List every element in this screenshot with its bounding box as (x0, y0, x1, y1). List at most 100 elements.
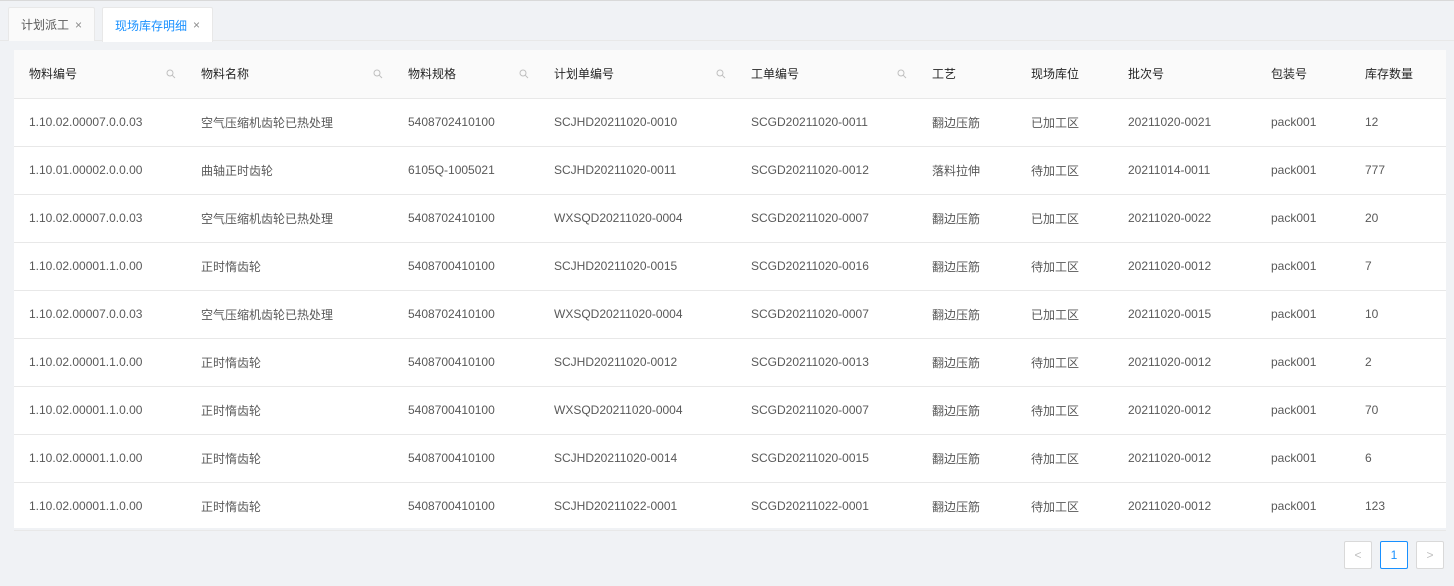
table-cell: 已加工区 (1016, 98, 1113, 147)
table-cell: 10 (1350, 290, 1446, 339)
table-cell: 20211020-0012 (1113, 242, 1256, 291)
table-cell: 1.10.02.00001.1.0.00 (14, 386, 186, 435)
table-cell: 空气压缩机齿轮已热处理 (186, 98, 393, 147)
column-header: 工艺 (917, 50, 1016, 99)
table-cell: 7 (1350, 242, 1446, 291)
table-cell: 5408700410100 (393, 338, 539, 387)
table-row[interactable]: 1.10.02.00007.0.0.03 空气压缩机齿轮已热处理 540870241… (14, 98, 1446, 147)
table-cell: 待加工区 (1016, 242, 1113, 291)
table-row[interactable]: 1.10.02.00007.0.0.03 空气压缩机齿轮已热处理 540870241… (14, 290, 1446, 339)
table-row[interactable]: 1.10.02.00001.1.0.00 正时惰齿轮 5408700410100 SC… (14, 482, 1446, 531)
table-cell: 5408702410100 (393, 98, 539, 147)
table-cell: 1.10.01.00002.0.0.00 (14, 146, 186, 195)
inventory-table: 物料编号 物料名称 物料规格 计划单编号 工单编号 工艺 现场库位 批次号 包装… (14, 50, 1446, 531)
table-cell: 空气压缩机齿轮已热处理 (186, 194, 393, 243)
table-cell: 20211020-0022 (1113, 194, 1256, 243)
table-cell: SCJHD20211022-0001 (539, 482, 736, 531)
table-cell: 翻边压筋 (917, 194, 1016, 243)
table-cell: 正时惰齿轮 (186, 242, 393, 291)
table-cell: 12 (1350, 98, 1446, 147)
next-page-button[interactable]: > (1416, 541, 1444, 569)
column-header[interactable]: 物料名称 (186, 50, 393, 99)
search-icon[interactable] (373, 69, 383, 79)
column-header: 库存数量 (1350, 50, 1446, 99)
inventory-table-panel: 物料编号 物料名称 物料规格 计划单编号 工单编号 工艺 现场库位 批次号 包装… (14, 50, 1446, 531)
table-cell: 20211020-0012 (1113, 338, 1256, 387)
table-cell: 1.10.02.00001.1.0.00 (14, 242, 186, 291)
search-icon[interactable] (519, 69, 529, 79)
search-icon[interactable] (716, 69, 726, 79)
table-cell: 777 (1350, 146, 1446, 195)
table-cell: 已加工区 (1016, 194, 1113, 243)
column-header[interactable]: 物料编号 (14, 50, 186, 99)
table-cell: 待加工区 (1016, 338, 1113, 387)
table-cell: 6 (1350, 434, 1446, 483)
table-cell: 5408700410100 (393, 386, 539, 435)
table-cell: 翻边压筋 (917, 434, 1016, 483)
page-1-button[interactable]: 1 (1380, 541, 1408, 569)
table-cell: pack001 (1256, 98, 1350, 147)
table-cell: 2 (1350, 338, 1446, 387)
table-cell: 1.10.02.00001.1.0.00 (14, 338, 186, 387)
table-cell: 翻边压筋 (917, 290, 1016, 339)
table-cell: 20211020-0021 (1113, 98, 1256, 147)
table-cell: 5408702410100 (393, 290, 539, 339)
table-row[interactable]: 1.10.01.00002.0.0.00 曲轴正时齿轮 6105Q-1005021 S… (14, 146, 1446, 195)
tab-label: 现场库存明细 (115, 18, 188, 33)
column-header: 包装号 (1256, 50, 1350, 99)
table-row[interactable]: 1.10.02.00007.0.0.03 空气压缩机齿轮已热处理 540870241… (14, 194, 1446, 243)
table-cell: 待加工区 (1016, 146, 1113, 195)
table-cell: pack001 (1256, 242, 1350, 291)
table-cell: 翻边压筋 (917, 482, 1016, 531)
table-cell: SCGD20211020-0012 (736, 146, 917, 195)
table-cell: pack001 (1256, 482, 1350, 531)
table-header-row: 物料编号 物料名称 物料规格 计划单编号 工单编号 工艺 现场库位 批次号 包装… (14, 50, 1446, 99)
table-cell: 正时惰齿轮 (186, 338, 393, 387)
table-cell: 待加工区 (1016, 386, 1113, 435)
table-cell: SCGD20211020-0007 (736, 194, 917, 243)
table-cell: 空气压缩机齿轮已热处理 (186, 290, 393, 339)
table-cell: pack001 (1256, 290, 1350, 339)
column-header[interactable]: 计划单编号 (539, 50, 736, 99)
column-header[interactable]: 物料规格 (393, 50, 539, 99)
table-cell: 6105Q-1005021 (393, 146, 539, 195)
table-cell: WXSQD20211020-0004 (539, 194, 736, 243)
table-cell: SCGD20211020-0011 (736, 98, 917, 147)
table-cell: 正时惰齿轮 (186, 482, 393, 531)
table-cell: SCJHD20211020-0014 (539, 434, 736, 483)
table-cell: SCGD20211020-0007 (736, 290, 917, 339)
table-cell: 5408700410100 (393, 242, 539, 291)
table-cell: pack001 (1256, 338, 1350, 387)
tab-site-inventory-detail[interactable]: 现场库存明细 × (102, 7, 214, 42)
table-cell: 翻边压筋 (917, 242, 1016, 291)
table-row[interactable]: 1.10.02.00001.1.0.00 正时惰齿轮 5408700410100 SC… (14, 242, 1446, 291)
tab-plan-dispatch[interactable]: 计划派工 × (8, 7, 96, 41)
table-cell: WXSQD20211020-0004 (539, 290, 736, 339)
table-row[interactable]: 1.10.02.00001.1.0.00 正时惰齿轮 5408700410100 SC… (14, 338, 1446, 387)
table-cell: SCJHD20211020-0010 (539, 98, 736, 147)
table-cell: SCGD20211020-0016 (736, 242, 917, 291)
table-cell: SCJHD20211020-0011 (539, 146, 736, 195)
column-header[interactable]: 工单编号 (736, 50, 917, 99)
close-icon[interactable]: × (193, 18, 200, 32)
table-cell: 1.10.02.00007.0.0.03 (14, 290, 186, 339)
column-header: 批次号 (1113, 50, 1256, 99)
table-cell: 正时惰齿轮 (186, 434, 393, 483)
table-cell: 20211020-0012 (1113, 482, 1256, 531)
table-cell: 翻边压筋 (917, 338, 1016, 387)
table-cell: pack001 (1256, 386, 1350, 435)
search-icon[interactable] (166, 69, 176, 79)
tab-bar: 计划派工 × 现场库存明细 × (0, 1, 1454, 42)
table-cell: 5408702410100 (393, 194, 539, 243)
close-icon[interactable]: × (75, 18, 82, 32)
search-icon[interactable] (897, 69, 907, 79)
table-cell: 待加工区 (1016, 482, 1113, 531)
prev-page-button[interactable]: < (1344, 541, 1372, 569)
table-cell: 曲轴正时齿轮 (186, 146, 393, 195)
table-cell: SCJHD20211020-0012 (539, 338, 736, 387)
table-row[interactable]: 1.10.02.00001.1.0.00 正时惰齿轮 5408700410100 SC… (14, 434, 1446, 483)
table-cell: SCGD20211022-0001 (736, 482, 917, 531)
table-row[interactable]: 1.10.02.00001.1.0.00 正时惰齿轮 5408700410100 WX… (14, 386, 1446, 435)
table-cell: 20 (1350, 194, 1446, 243)
table-cell: 20211014-0011 (1113, 146, 1256, 195)
